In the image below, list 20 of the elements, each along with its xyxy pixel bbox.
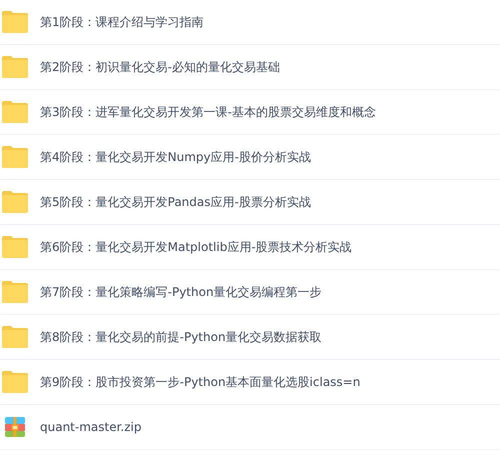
file-name[interactable]: 第6阶段：量化交易开发Matplotlib应用-股票技术分析实战: [40, 238, 352, 256]
file-name[interactable]: 第3阶段：进军量化交易开发第一课-基本的股票交易维度和概念: [40, 104, 376, 120]
folder-icon: [2, 236, 28, 258]
folder-icon: [2, 146, 28, 168]
folder-icon: [2, 371, 28, 393]
file-name[interactable]: 第5阶段：量化交易开发Pandas应用-股票分析实战: [40, 194, 311, 210]
file-name[interactable]: 第8阶段：量化交易的前提-Python量化交易数据获取: [40, 328, 322, 346]
archive-icon: [5, 417, 25, 437]
folder-icon: [2, 326, 28, 348]
file-name[interactable]: 第4阶段：量化交易开发Numpy应用-股价分析实战: [40, 148, 311, 166]
folder-icon: [2, 11, 28, 33]
folder-icon: [2, 56, 28, 78]
folder-icon: [2, 101, 28, 123]
file-name[interactable]: 第7阶段：量化策略编写-Python量化交易编程第一步: [40, 284, 322, 300]
folder-icon: [2, 281, 28, 303]
file-name[interactable]: 第9阶段：股市投资第一步-Python基本面量化选股iclass=n: [40, 374, 360, 390]
file-name[interactable]: 第1阶段：课程介绍与学习指南: [40, 14, 204, 30]
file-name[interactable]: 第2阶段：初识量化交易-必知的量化交易基础: [40, 58, 280, 76]
folder-icon: [2, 191, 28, 213]
file-name[interactable]: quant-master.zip: [40, 420, 142, 434]
